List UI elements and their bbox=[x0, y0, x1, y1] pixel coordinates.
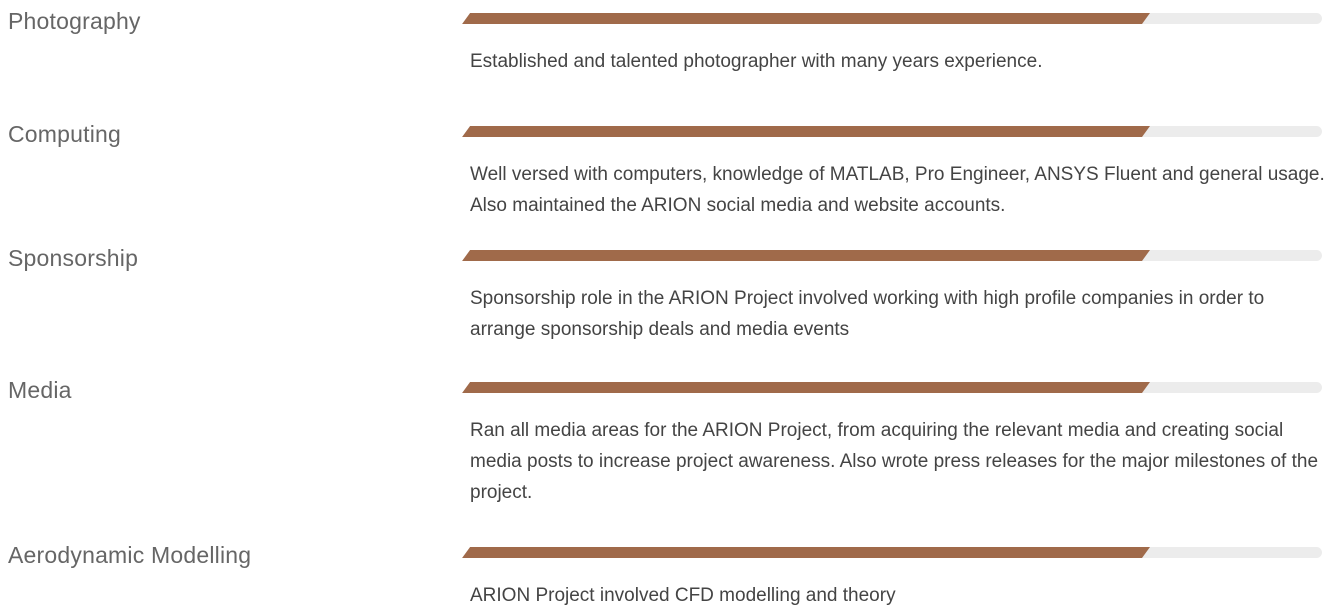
skill-progress-bar bbox=[462, 13, 1322, 24]
skill-description: Established and talented photographer wi… bbox=[470, 51, 1043, 72]
skill-progress-fill bbox=[462, 126, 1150, 137]
skill-progress-fill bbox=[462, 13, 1150, 24]
skill-description: ARION Project involved CFD modelling and… bbox=[470, 585, 896, 606]
skill-name: Aerodynamic Modelling bbox=[8, 542, 252, 568]
skill-progress-bar bbox=[462, 250, 1322, 261]
skill-description: Ran all media areas for the ARION Projec… bbox=[470, 420, 1319, 503]
skill-progress-fill bbox=[462, 382, 1150, 393]
skill-progress-fill bbox=[462, 547, 1150, 558]
skill-name: Photography bbox=[8, 8, 141, 34]
skill-progress-bar bbox=[462, 547, 1322, 558]
skill-progress-bar bbox=[462, 126, 1322, 137]
skill-description: Sponsorship role in the ARION Project in… bbox=[470, 288, 1265, 340]
skill-name: Computing bbox=[8, 121, 122, 147]
skill-list: Photography Established and talented pho… bbox=[0, 0, 1330, 607]
skill-progress-bar bbox=[462, 382, 1322, 393]
skill-name: Sponsorship bbox=[8, 245, 139, 271]
skill-description: Well versed with computers, knowledge of… bbox=[470, 164, 1325, 216]
skill-progress-fill bbox=[462, 250, 1150, 261]
skill-name: Media bbox=[8, 377, 72, 403]
